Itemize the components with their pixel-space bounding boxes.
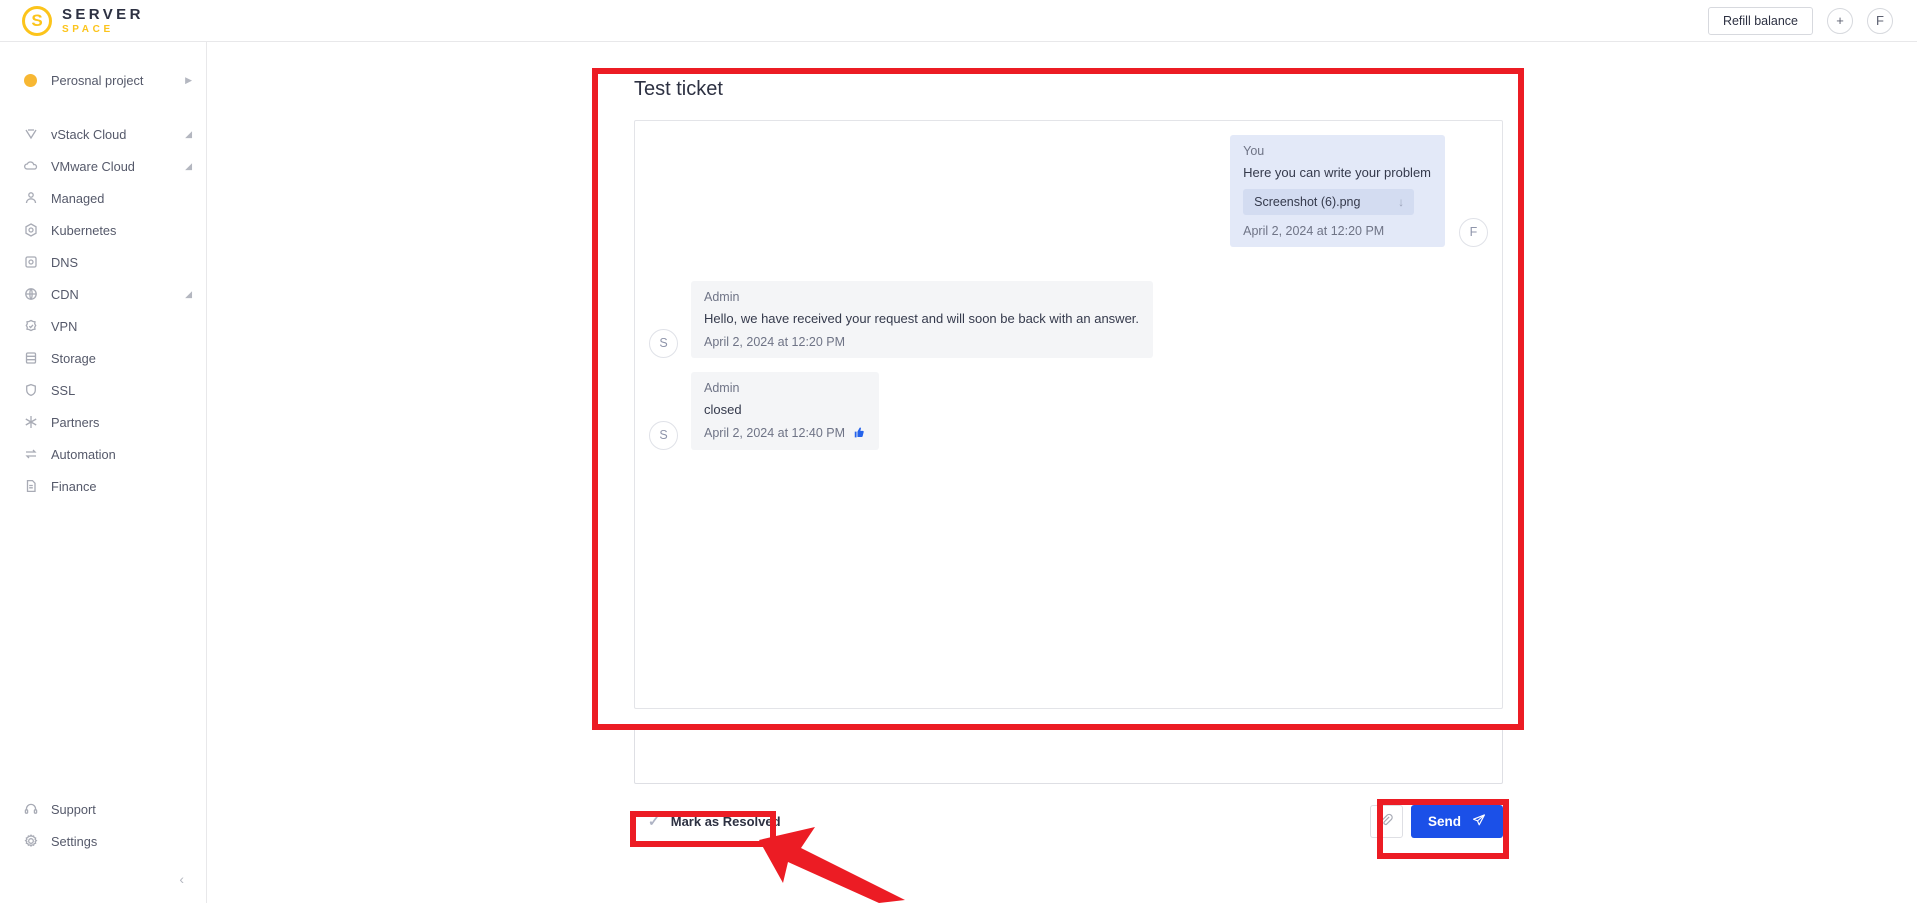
sidebar-item-label: Finance xyxy=(51,478,97,494)
chevron-right-icon: ▶ xyxy=(185,74,192,85)
timestamp-text: April 2, 2024 at 12:40 PM xyxy=(704,426,846,441)
ticket-view: Test ticket You Here you can write your … xyxy=(599,78,1531,841)
sidebar-item-label: VPN xyxy=(51,318,78,334)
paper-plane-icon xyxy=(1472,813,1486,830)
expand-marker-icon: ◢ xyxy=(185,128,192,139)
sidebar-item-automation[interactable]: Automation xyxy=(0,438,206,470)
sidebar-item-label: Kubernetes xyxy=(51,222,117,238)
vpn-shield-icon xyxy=(22,318,39,335)
sidebar-item-vstack-cloud[interactable]: vStack Cloud ◢ xyxy=(0,118,206,150)
sidebar-item-settings[interactable]: Settings xyxy=(0,825,206,857)
message-row: You Here you can write your problem Scre… xyxy=(649,135,1488,247)
ticket-action-bar: ✓ Mark as Resolved Send xyxy=(634,801,1503,841)
sidebar-item-label: DNS xyxy=(51,254,79,270)
attach-file-button[interactable] xyxy=(1369,804,1403,838)
sidebar-item-label: Managed xyxy=(51,190,105,206)
message-timestamp: April 2, 2024 at 12:40 PM xyxy=(704,426,865,441)
message-timestamp: April 2, 2024 at 12:20 PM xyxy=(704,334,846,349)
message-avatar: S xyxy=(649,328,678,358)
message-avatar: S xyxy=(649,420,678,450)
vstack-cloud-icon xyxy=(22,126,39,143)
message-timestamp: April 2, 2024 at 12:20 PM xyxy=(1243,223,1385,238)
message-bubble-outgoing: You Here you can write your problem Scre… xyxy=(1230,135,1445,247)
sidebar-item-vmware-cloud[interactable]: VMware Cloud ◢ xyxy=(0,150,206,182)
attachment-chip[interactable]: Screenshot (6).png ↓ xyxy=(1243,188,1415,215)
check-icon: ✓ xyxy=(648,813,660,829)
message-composer[interactable] xyxy=(634,728,1503,784)
sidebar-item-ssl[interactable]: SSL xyxy=(0,374,206,406)
sidebar: Perosnal project ▶ vStack Cloud ◢ VMware… xyxy=(0,42,207,903)
cloud-icon xyxy=(22,158,39,175)
message-avatar: F xyxy=(1459,217,1488,247)
sidebar-item-project[interactable]: Perosnal project ▶ xyxy=(0,64,206,96)
sidebar-item-label: Settings xyxy=(51,833,98,849)
message-text: Hello, we have received your request and… xyxy=(704,310,1140,326)
message-bubble-incoming: Admin closed April 2, 2024 at 12:40 PM xyxy=(691,371,880,450)
expand-marker-icon: ◢ xyxy=(185,288,192,299)
expand-marker-icon: ◢ xyxy=(185,160,192,171)
headset-icon xyxy=(22,801,39,818)
document-icon xyxy=(22,478,39,495)
message-text: Here you can write your problem xyxy=(1243,165,1431,180)
sidebar-item-label: Support xyxy=(51,801,96,817)
send-button[interactable]: Send xyxy=(1410,804,1503,838)
mark-as-resolved-button[interactable]: ✓ Mark as Resolved xyxy=(634,808,791,835)
shield-icon xyxy=(22,382,39,399)
sidebar-item-dns[interactable]: DNS xyxy=(0,246,206,278)
partners-icon xyxy=(22,414,39,431)
sidebar-item-partners[interactable]: Partners xyxy=(0,406,206,438)
sidebar-collapse-button[interactable]: ‹ xyxy=(0,857,206,893)
main-content: Test ticket You Here you can write your … xyxy=(207,42,1917,903)
logo-title: SERVER xyxy=(62,5,144,23)
sidebar-item-storage[interactable]: Storage xyxy=(0,342,206,374)
sidebar-item-kubernetes[interactable]: Kubernetes xyxy=(0,214,206,246)
mark-as-resolved-label: Mark as Resolved xyxy=(670,813,781,829)
message-input[interactable] xyxy=(635,729,1502,783)
user-avatar[interactable]: F xyxy=(1867,7,1893,34)
managed-icon xyxy=(22,190,39,207)
dns-icon xyxy=(22,254,39,271)
message-author: You xyxy=(1243,144,1265,158)
gear-icon xyxy=(22,833,39,850)
globe-icon xyxy=(22,286,39,303)
sidebar-item-label: Storage xyxy=(51,350,96,366)
sidebar-item-vpn[interactable]: VPN xyxy=(0,310,206,342)
message-row: S Admin Hello, we have received your req… xyxy=(649,280,1488,358)
project-dot-icon xyxy=(22,72,39,89)
download-icon[interactable]: ↓ xyxy=(1398,195,1404,209)
page-title: Test ticket xyxy=(634,78,723,100)
paperclip-icon xyxy=(1379,812,1394,830)
database-icon xyxy=(22,350,39,367)
kubernetes-icon xyxy=(22,222,39,239)
logo-subtitle: SPACE xyxy=(62,23,114,35)
sidebar-item-label: SSL xyxy=(51,382,76,398)
sidebar-item-managed[interactable]: Managed xyxy=(0,182,206,214)
message-author: Admin xyxy=(704,289,740,304)
sidebar-item-cdn[interactable]: CDN ◢ xyxy=(0,278,206,310)
message-author: Admin xyxy=(704,380,740,395)
message-text: closed xyxy=(704,401,742,417)
sidebar-item-label: Perosnal project xyxy=(51,72,144,88)
message-row: S Admin closed April 2, 2024 at 12:40 PM xyxy=(649,371,1488,450)
sidebar-item-label: VMware Cloud xyxy=(51,158,135,174)
send-label: Send xyxy=(1427,813,1461,829)
app-header: S SERVER SPACE Refill balance + F xyxy=(0,0,1917,42)
add-button[interactable]: + xyxy=(1827,7,1853,34)
refill-balance-button[interactable]: Refill balance xyxy=(1707,6,1813,35)
sidebar-item-label: CDN xyxy=(51,286,79,302)
message-bubble-incoming: Admin Hello, we have received your reque… xyxy=(691,280,1154,358)
sidebar-item-support[interactable]: Support xyxy=(0,793,206,825)
sidebar-item-label: Automation xyxy=(51,446,116,462)
automation-icon xyxy=(22,446,39,463)
chat-message-panel: You Here you can write your problem Scre… xyxy=(634,120,1503,709)
sidebar-item-label: Partners xyxy=(51,414,100,430)
serverspace-logo-icon: S xyxy=(22,5,52,36)
brand-logo[interactable]: S SERVER SPACE xyxy=(22,5,144,36)
sidebar-item-finance[interactable]: Finance xyxy=(0,470,206,502)
attachment-filename: Screenshot (6).png xyxy=(1254,194,1361,209)
sidebar-item-label: vStack Cloud xyxy=(51,126,127,142)
thumbs-up-icon[interactable] xyxy=(852,426,865,441)
